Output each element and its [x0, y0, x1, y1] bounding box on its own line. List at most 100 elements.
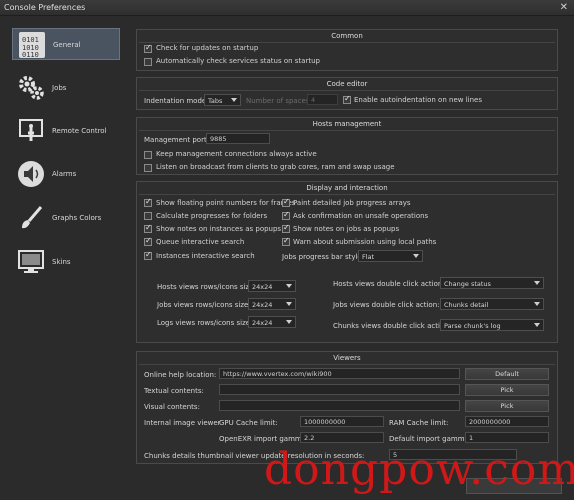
logs-size-value: 24x24 [252, 319, 273, 327]
checkbox-label: Keep management connections always activ… [156, 150, 317, 158]
jobs-size-value: 24x24 [252, 301, 273, 309]
hosts-dblclick-value: Change status [444, 280, 491, 288]
indentation-mode-select[interactable]: Tabs [204, 94, 241, 106]
checkbox-label: Calculate progresses for folders [156, 212, 268, 220]
textual-contents-label: Textual contents: [144, 387, 204, 395]
chevron-down-icon [534, 281, 540, 285]
progress-style-select[interactable]: Flat [358, 250, 423, 262]
internal-viewer-label: Internal image viewer [144, 419, 221, 427]
touch-screen-icon [19, 119, 43, 141]
sidebar-item-alarms[interactable]: Alarms [12, 158, 120, 190]
detailed-progress-checkbox[interactable] [282, 197, 290, 207]
speaker-icon [18, 161, 44, 187]
default-button[interactable]: Default [465, 368, 549, 380]
checkbox-label: Check for updates on startup [156, 44, 259, 52]
panel-title: Code editor [137, 80, 557, 91]
sidebar-item-skins[interactable]: Skins [12, 246, 120, 278]
progress-style-value: Flat [362, 253, 375, 261]
keep-connections-checkbox[interactable] [144, 151, 152, 159]
chevron-down-icon [413, 254, 419, 258]
jobs-size-select[interactable]: 24x24 [248, 298, 296, 310]
management-port-label: Management port: [144, 136, 210, 144]
visual-contents-label: Visual contents: [144, 403, 200, 411]
display-interaction-panel: Display and interaction Show floating po… [136, 181, 558, 343]
checkbox-label: Show floating point numbers for frames [156, 199, 296, 207]
openexr-gamma-field[interactable]: 2.2 [300, 432, 384, 443]
checkbox-label: Ask confirmation on unsafe operations [293, 212, 429, 220]
ram-cache-label: RAM Cache limit: [389, 419, 449, 427]
code-editor-panel: Code editor Indentation mode: Tabs Numbe… [136, 77, 558, 110]
listen-broadcast-checkbox[interactable] [144, 164, 152, 172]
sidebar-item-label: Remote Control [52, 127, 107, 135]
management-port-field[interactable]: 9885 [206, 133, 270, 144]
number-of-spaces-field[interactable]: 4 [307, 94, 338, 105]
checkbox-label: Listen on broadcast from clients to grab… [156, 163, 395, 171]
chunks-dblclick-label: Chunks views double click action: [333, 322, 451, 330]
instance-notes-popups-checkbox[interactable] [144, 223, 152, 233]
sidebar-item-label: Graphs Colors [52, 214, 102, 222]
jobs-dblclick-value: Chunks detail [444, 301, 489, 309]
svg-text:0110: 0110 [22, 51, 39, 59]
hosts-management-panel: Hosts management Management port: 9885 K… [136, 117, 558, 175]
sidebar-item-label: General [53, 41, 81, 49]
instances-search-checkbox[interactable] [144, 250, 152, 260]
hosts-size-select[interactable]: 24x24 [248, 280, 296, 292]
gpu-cache-field[interactable]: 1000000000 [300, 416, 384, 427]
checkbox-label: Warn about submission using local paths [293, 238, 437, 246]
indentation-mode-label: Indentation mode: [144, 97, 209, 105]
gpu-cache-label: GPU Cache limit: [219, 419, 278, 427]
sidebar-item-remote-control[interactable]: Remote Control [12, 115, 120, 147]
hosts-size-label: Hosts views rows/icons size: [157, 283, 256, 291]
calc-progress-folders-checkbox[interactable] [144, 212, 152, 220]
title-bar: Console Preferences ✕ [0, 0, 574, 16]
watermark-text: dongpow.com [264, 444, 574, 495]
online-help-field[interactable]: https://www.vvertex.com/wiki900 [219, 368, 460, 379]
warn-local-paths-checkbox[interactable] [282, 236, 290, 246]
textual-contents-field[interactable] [219, 384, 460, 395]
pick-visual-button[interactable]: Pick [465, 400, 549, 412]
binary-icon: 0101 1010 0110 [19, 32, 45, 59]
close-icon[interactable]: ✕ [560, 2, 568, 14]
logs-size-select[interactable]: 24x24 [248, 316, 296, 328]
chunks-dblclick-value: Parse chunk's log [444, 322, 501, 330]
hosts-size-value: 24x24 [252, 283, 273, 291]
chevron-down-icon [286, 302, 292, 306]
online-help-label: Online help location: [144, 371, 217, 379]
checkbox-label: Instances interactive search [156, 252, 255, 260]
number-of-spaces-label: Number of spaces: [246, 97, 312, 105]
brush-icon [22, 206, 43, 229]
chevron-down-icon [286, 320, 292, 324]
autoindent-checkbox[interactable] [343, 94, 351, 104]
monitor-icon [18, 250, 44, 273]
sidebar-item-label: Alarms [52, 170, 77, 178]
common-panel: Common Check for updates on startup Auto… [136, 29, 558, 71]
sidebar-item-label: Skins [52, 258, 71, 266]
job-notes-popups-checkbox[interactable] [282, 223, 290, 233]
panel-title: Display and interaction [137, 184, 557, 195]
default-gamma-field[interactable]: 1 [465, 432, 549, 443]
hosts-dblclick-label: Hosts views double click action: [333, 280, 445, 288]
floating-frames-checkbox[interactable] [144, 197, 152, 207]
sidebar-item-jobs[interactable]: Jobs [12, 72, 120, 104]
checkbox-label: Enable autoindentation on new lines [354, 96, 482, 104]
auto-check-services-checkbox[interactable] [144, 58, 152, 66]
pick-textual-button[interactable]: Pick [465, 384, 549, 396]
indentation-mode-value: Tabs [208, 97, 223, 105]
checkbox-label: Show notes on jobs as popups [293, 225, 400, 233]
chevron-down-icon [286, 284, 292, 288]
hosts-dblclick-select[interactable]: Change status [440, 277, 544, 289]
queue-search-checkbox[interactable] [144, 236, 152, 246]
jobs-dblclick-label: Jobs views double click action: [333, 301, 440, 309]
checkbox-label: Queue interactive search [156, 238, 245, 246]
visual-contents-field[interactable] [219, 400, 460, 411]
sidebar-item-general[interactable]: 0101 1010 0110 General [12, 28, 120, 60]
check-updates-checkbox[interactable] [144, 43, 152, 53]
jobs-dblclick-select[interactable]: Chunks detail [440, 298, 544, 310]
default-gamma-label: Default import gamma: [389, 435, 472, 443]
unsafe-confirm-checkbox[interactable] [282, 210, 290, 220]
chunks-dblclick-select[interactable]: Parse chunk's log [440, 319, 544, 331]
chevron-down-icon [534, 323, 540, 327]
ram-cache-field[interactable]: 2000000000 [465, 416, 549, 427]
window-title: Console Preferences [4, 3, 86, 12]
sidebar-item-graphs-colors[interactable]: Graphs Colors [12, 202, 120, 234]
